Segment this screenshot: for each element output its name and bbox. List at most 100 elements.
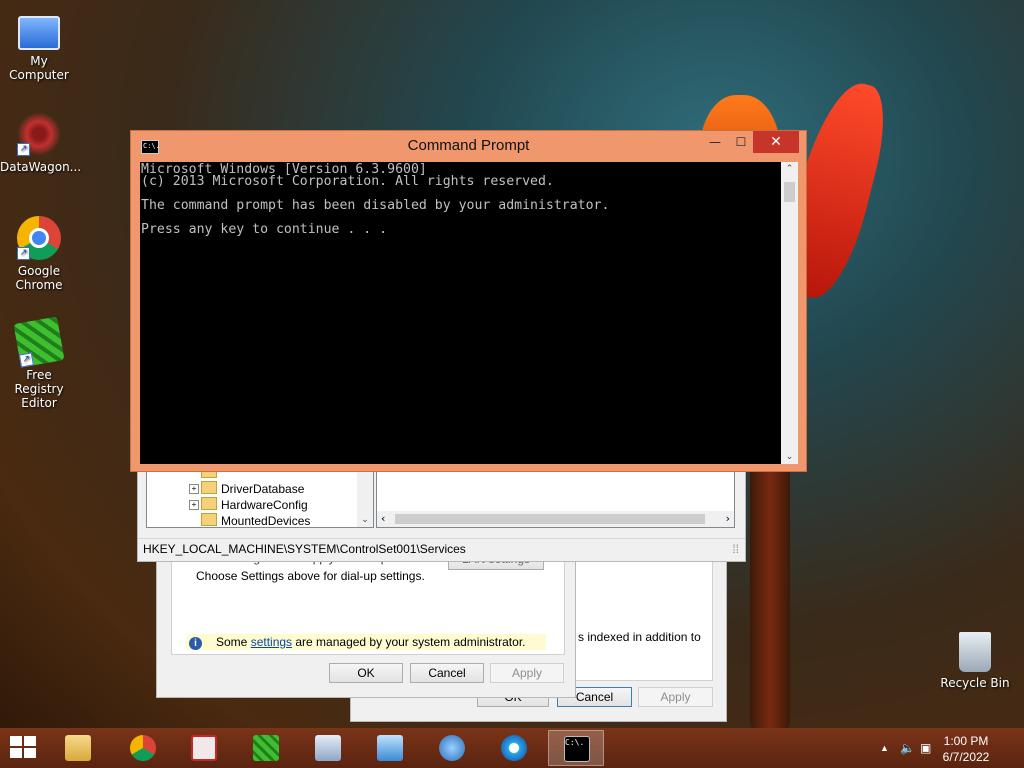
performance-monitor-icon	[315, 735, 341, 761]
shortcut-arrow-icon: ↗	[17, 247, 30, 260]
taskbar-command-prompt[interactable]: C:\.	[548, 730, 604, 766]
taskbar: C:\. ▲ 🔈 ▣ 1:00 PM 6/7/2022	[0, 728, 1024, 768]
chrome-icon: ↗	[17, 216, 61, 260]
folder-icon	[201, 481, 217, 494]
registry-status-bar: HKEY_LOCAL_MACHINE\SYSTEM\ControlSet001\…	[138, 538, 745, 560]
internet-options-cancel-button[interactable]: Cancel	[410, 663, 484, 683]
command-prompt-window[interactable]: C:\. Command Prompt — ☐ ✕ Microsoft Wind…	[130, 130, 807, 472]
desktop-icon-my-computer[interactable]: My Computer	[0, 8, 78, 82]
dial-up-hint: Choose Settings above for dial-up settin…	[196, 569, 425, 583]
tree-scrollbar[interactable]: ⌄	[357, 471, 373, 527]
console-output[interactable]: Microsoft Windows [Version 6.3.9600] (c) …	[140, 162, 781, 464]
taskbar-performance-monitor[interactable]	[300, 730, 356, 766]
desktop-icon-label: DataWagon...	[0, 160, 82, 174]
maximize-button[interactable]: ☐	[727, 131, 755, 153]
minimize-button[interactable]: —	[701, 131, 729, 153]
scroll-thumb[interactable]	[395, 514, 705, 524]
internet-options-ok-button[interactable]: OK	[329, 663, 403, 683]
datawagon-icon	[191, 735, 217, 761]
info-text: Some	[216, 635, 251, 649]
wallpaper-flower-stem	[750, 440, 790, 740]
close-button[interactable]: ✕	[753, 131, 799, 153]
taskbar-internet-explorer[interactable]	[486, 730, 542, 766]
registry-editor-window: + DriverDatabase + HardwareConfig MountedD…	[137, 465, 746, 562]
settings-link[interactable]: settings	[251, 635, 292, 649]
clock[interactable]: 1:00 PM 6/7/2022	[936, 733, 996, 765]
desktop-icon-recycle-bin[interactable]: Recycle Bin	[936, 632, 1014, 690]
registry-editor-icon: ↗	[13, 316, 65, 368]
tree-row-hardwareconfig[interactable]: + HardwareConfig	[189, 497, 308, 513]
chevron-down-icon[interactable]: ⌄	[357, 515, 373, 525]
registry-values-list[interactable]: ‹ ›	[376, 470, 735, 528]
shortcut-arrow-icon: ↗	[17, 143, 30, 156]
chevron-down-icon[interactable]: ⌄	[781, 452, 798, 462]
chevron-left-icon[interactable]: ‹	[381, 512, 385, 525]
windows-logo-icon	[10, 748, 22, 758]
start-button[interactable]	[10, 736, 38, 760]
status-path: HKEY_LOCAL_MACHINE\SYSTEM\ControlSet001\…	[143, 542, 466, 556]
internet-explorer-icon	[501, 735, 527, 761]
desktop-icon-datawagon[interactable]: ↗ DataWagon...	[0, 112, 82, 174]
command-prompt-icon: C:\.	[564, 736, 590, 762]
desktop-icon-free-registry-editor[interactable]: ↗ Free Registry Editor	[0, 316, 78, 410]
expand-icon[interactable]: +	[189, 500, 199, 510]
recycle-bin-icon	[959, 632, 991, 672]
title-bar[interactable]: C:\. Command Prompt — ☐ ✕	[131, 131, 806, 161]
indexing-apply-button[interactable]: Apply	[638, 687, 713, 707]
chrome-icon	[130, 735, 156, 761]
tree-row-mounteddevices[interactable]: MountedDevices	[201, 513, 311, 528]
tree-row-label: MountedDevices	[221, 514, 311, 528]
info-text: are managed by your system administrator…	[292, 635, 526, 649]
internet-options-dialog: LAN Settings do not apply to dial-up con…	[156, 554, 576, 698]
console-line: Press any key to continue . . .	[141, 222, 388, 237]
registry-editor-icon	[253, 735, 279, 761]
computer-icon	[18, 16, 60, 50]
chevron-right-icon[interactable]: ›	[726, 512, 730, 525]
indexing-list: s indexed in addition to	[561, 561, 713, 681]
chevron-up-icon[interactable]: ⌃	[781, 164, 798, 174]
desktop-icon-label: My Computer	[9, 54, 69, 82]
desktop-icon-label: Google Chrome	[15, 264, 63, 292]
indexing-partial-text: s indexed in addition to	[578, 630, 701, 644]
taskbar-network-setup[interactable]	[424, 730, 480, 766]
windows-logo-icon	[10, 736, 22, 746]
desktop-icon-google-chrome[interactable]: ↗ Google Chrome	[0, 216, 78, 292]
taskbar-datawagon[interactable]	[176, 730, 232, 766]
resize-grip-icon[interactable]: ⁞⁞	[732, 539, 739, 559]
taskbar-control-panel[interactable]	[362, 730, 418, 766]
tree-row-label: DriverDatabase	[221, 482, 305, 496]
console-line: (c) 2013 Microsoft Corporation. All righ…	[141, 174, 554, 189]
expand-icon[interactable]: +	[189, 484, 199, 494]
shortcut-arrow-icon: ↗	[18, 352, 34, 368]
tree-row-driverdatabase[interactable]: + DriverDatabase	[189, 481, 305, 497]
console-line: The command prompt has been disabled by …	[141, 198, 610, 213]
registry-key-tree[interactable]: + DriverDatabase + HardwareConfig MountedD…	[146, 470, 374, 528]
admin-info-bar: i Some settings are managed by your syste…	[186, 634, 546, 650]
tree-row-label: HardwareConfig	[221, 498, 308, 512]
scroll-thumb[interactable]	[784, 182, 795, 202]
folder-icon	[201, 497, 217, 510]
taskbar-file-explorer[interactable]	[50, 730, 106, 766]
taskbar-chrome[interactable]	[115, 730, 171, 766]
windows-logo-icon	[24, 748, 36, 758]
desktop-icon-label: Free Registry Editor	[14, 368, 64, 410]
datawagon-icon: ↗	[17, 112, 61, 156]
taskbar-registry-editor[interactable]	[238, 730, 294, 766]
connections-panel: LAN Settings do not apply to dial-up con…	[171, 554, 565, 655]
console-scrollbar[interactable]: ⌃ ⌄	[781, 162, 798, 464]
values-horizontal-scrollbar[interactable]: ‹ ›	[377, 511, 734, 527]
clock-time: 1:00 PM	[943, 734, 989, 748]
control-panel-icon	[377, 735, 403, 761]
clock-date: 6/7/2022	[942, 750, 990, 764]
info-icon: i	[189, 637, 202, 650]
network-icon[interactable]: ▣	[920, 741, 931, 755]
file-explorer-icon	[65, 735, 91, 761]
show-hidden-icons-chevron-up-icon[interactable]: ▲	[880, 743, 889, 753]
folder-icon	[201, 513, 217, 526]
system-tray: ▲ 🔈 ▣ 1:00 PM 6/7/2022	[864, 728, 1024, 768]
speaker-muted-icon[interactable]: 🔈	[900, 741, 915, 755]
network-setup-icon	[439, 735, 465, 761]
internet-options-apply-button[interactable]: Apply	[490, 663, 564, 683]
desktop-icon-label: Recycle Bin	[940, 676, 1010, 690]
windows-logo-icon	[24, 736, 36, 746]
